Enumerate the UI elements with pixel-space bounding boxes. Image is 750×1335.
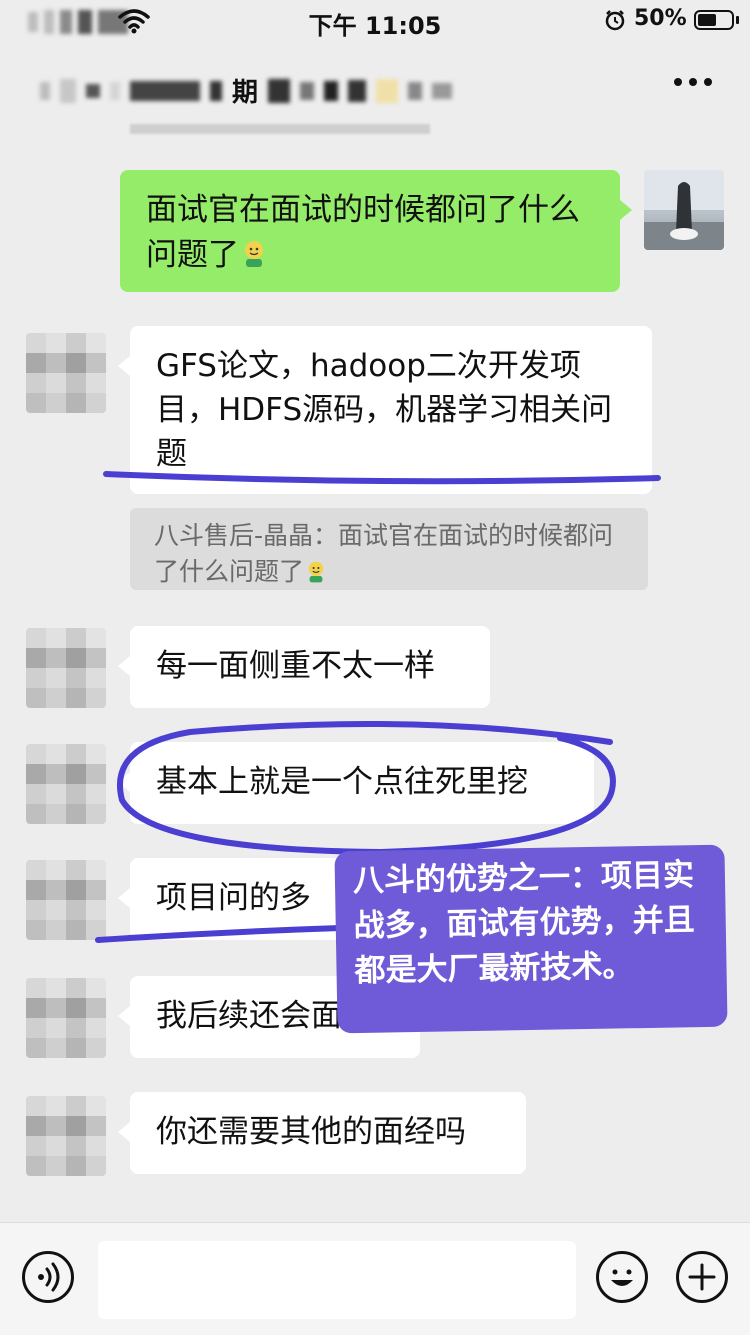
- chat-title-fragment: 期: [232, 78, 259, 108]
- blurred-title-part: [300, 81, 315, 100]
- received-message-text: 你还需要其他的面经吗: [156, 1114, 466, 1150]
- smile-icon: [611, 1269, 633, 1286]
- received-message-text: 基本上就是一个点往死里挖: [156, 764, 528, 800]
- self-avatar[interactable]: [644, 170, 724, 250]
- plus-icon: [688, 1263, 716, 1291]
- received-message-text: 每一面侧重不太一样: [156, 648, 435, 684]
- battery-percent: 50%: [634, 6, 687, 31]
- received-message-bubble[interactable]: 你还需要其他的面经吗: [118, 1092, 526, 1174]
- annotation-text: 八斗的优势之一：项目实战多，面试有优势，并且都是大厂最新技术。: [352, 857, 696, 990]
- contact-avatar[interactable]: [26, 333, 106, 413]
- blurred-title-part: [210, 80, 222, 101]
- battery-cap: [736, 16, 739, 24]
- add-button[interactable]: [676, 1251, 728, 1303]
- blurred-title-part: [408, 81, 423, 100]
- nav-bar: 期: [0, 44, 750, 128]
- smile-emoji-icon: [239, 237, 269, 282]
- input-bar: [0, 1222, 750, 1335]
- blurred-title-part: [268, 78, 291, 103]
- chat-title: 期: [40, 72, 453, 109]
- battery-icon: [694, 10, 734, 30]
- annotation-callout: 八斗的优势之一：项目实战多，面试有优势，并且都是大厂最新技术。: [334, 844, 728, 1034]
- contact-avatar[interactable]: [26, 978, 106, 1058]
- received-message-bubble[interactable]: 项目问的多: [118, 858, 360, 940]
- self-avatar-photo: [644, 170, 724, 250]
- blurred-title-part: [86, 83, 100, 98]
- blurred-previous-message: [130, 124, 430, 134]
- sent-message-text: 面试官在面试的时候都问了什么问题了: [146, 192, 580, 273]
- received-message-bubble[interactable]: GFS论文，hadoop二次开发项目，HDFS源码，机器学习相关问题: [118, 326, 652, 494]
- quoted-message-text: 八斗售后-晶晶：面试官在面试的时候都问了什么问题了: [154, 521, 614, 586]
- quoted-message[interactable]: 八斗售后-晶晶：面试官在面试的时候都问了什么问题了: [130, 508, 648, 590]
- alarm-icon: [605, 10, 625, 31]
- blurred-title-part: [40, 81, 50, 100]
- smile-emoji-icon: [304, 558, 328, 594]
- message-input[interactable]: [98, 1241, 576, 1319]
- received-message-bubble[interactable]: 基本上就是一个点往死里挖: [118, 742, 594, 824]
- contact-avatar[interactable]: [26, 1096, 106, 1176]
- blurred-title-part: [376, 78, 399, 103]
- received-message-bubble[interactable]: 每一面侧重不太一样: [118, 626, 490, 708]
- received-message-text: GFS论文，hadoop二次开发项目，HDFS源码，机器学习相关问题: [156, 348, 613, 472]
- more-options-icon[interactable]: [674, 78, 712, 86]
- blurred-title-part: [348, 79, 367, 102]
- contact-avatar[interactable]: [26, 744, 106, 824]
- blurred-title-part: [60, 78, 76, 103]
- blurred-title-part: [432, 82, 453, 99]
- status-bar: 下午 11:05 50%: [0, 0, 750, 44]
- voice-icon: [38, 1262, 60, 1292]
- blurred-title-part: [324, 80, 339, 101]
- blurred-title-part: [130, 80, 200, 101]
- sent-message-bubble[interactable]: 面试官在面试的时候都问了什么问题了: [120, 170, 632, 292]
- received-message-text: 项目问的多: [156, 880, 311, 916]
- contact-avatar[interactable]: [26, 628, 106, 708]
- blurred-title-part: [110, 81, 120, 100]
- voice-input-button[interactable]: [22, 1251, 74, 1303]
- contact-avatar[interactable]: [26, 860, 106, 940]
- emoji-button[interactable]: [596, 1251, 648, 1303]
